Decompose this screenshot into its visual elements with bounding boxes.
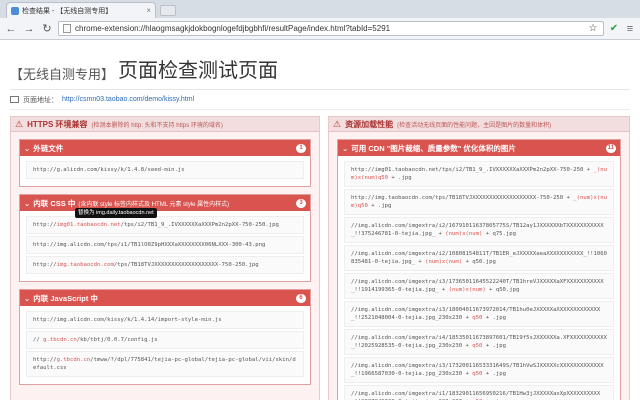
- list-item: //img.alicdn.com/imgextra/i2/16791011637…: [344, 217, 614, 243]
- cdn-param: (num)x(num): [425, 259, 463, 265]
- page-title: 页面检查测试页面: [118, 60, 279, 82]
- new-tab-button[interactable]: [160, 5, 176, 16]
- panel-title: 外链文件: [33, 143, 64, 153]
- result-columns: ⚠ HTTPS 环境兼容 (检测本删除的 http: 头和不支持 https 环…: [10, 116, 630, 400]
- list-item: http://img.alicdn.com/kissy/k/1.4.14/imp…: [26, 311, 304, 329]
- cdn-param: q50: [472, 315, 483, 321]
- https-column-header: ⚠ HTTPS 环境兼容 (检测本删除的 http: 头和不支持 https 环…: [11, 117, 319, 132]
- panel-title: 内联 CSS 中: [33, 198, 76, 208]
- count-badge: 1: [296, 143, 306, 153]
- list-item: // g.tbcdn.cn/kb/tbtj/0.0.7/config.js: [26, 331, 304, 349]
- replace-tooltip: 替换为 img.daily.taobaocdn.net: [75, 208, 157, 218]
- list-item: 替换为 img.daily.taobaocdn.net http://img01…: [26, 208, 304, 234]
- page-favicon-icon: [11, 6, 19, 15]
- chevron-down-icon: ⌄: [24, 293, 31, 303]
- list-item: http://g.alicdn.com/kissy/k/1.4.8/seed-m…: [26, 161, 304, 179]
- page-header: 【无线自测专用】 页面检查测试页面: [10, 40, 630, 90]
- insecure-domain[interactable]: g.tbcdn.cn: [57, 357, 91, 363]
- list-item: //img.alicdn.com/imgextra/i3/17365011645…: [344, 273, 614, 299]
- browser-toolbar: ← → ↻ chrome-extension://hlaogmsagkjdokb…: [0, 18, 640, 40]
- browser-tab[interactable]: 检查结果 - 【无线自测专用】 ×: [6, 2, 156, 18]
- reload-icon[interactable]: ↻: [40, 22, 54, 36]
- cdn-images-panel: ⌄ 可用 CDN "图片裁缩、质量参数" 优化体积的图片 11 http://i…: [337, 139, 621, 400]
- list-item: http://img01.taobaocdn.net/tps/i2/TB1_9_…: [344, 161, 614, 187]
- resource-perf-column: ⚠ 资源加载性能 (检查活动无线页面的性能问题，主因是图片的数量和体积) ⌄ 可…: [328, 116, 630, 400]
- chevron-down-icon: ⌄: [24, 143, 31, 153]
- https-compat-column: ⚠ HTTPS 环境兼容 (检测本删除的 http: 头和不支持 https 环…: [10, 116, 320, 400]
- list-item: http://img.taobaocdn.com/tps/TB18TVJXXXX…: [26, 256, 304, 274]
- external-files-panel: ⌄ 外链文件 1 http://g.alicdn.com/kissy/k/1.4…: [19, 139, 311, 187]
- list-item: http://img.taobaocdn.com/tps/TB18TVJXXXX…: [344, 189, 614, 215]
- panel-header[interactable]: ⌄ 内联 JavaScript 中 6: [20, 290, 310, 306]
- chevron-down-icon: ⌄: [342, 143, 349, 153]
- monitor-icon: [10, 96, 19, 103]
- list-item: //img.alicdn.com/imgextra/i1/18329011656…: [344, 385, 614, 400]
- inline-js-panel: ⌄ 内联 JavaScript 中 6 http://img.alicdn.co…: [19, 289, 311, 385]
- perf-column-header: ⚠ 资源加载性能 (检查活动无线页面的性能问题，主因是图片的数量和体积): [329, 117, 629, 132]
- warning-icon: ⚠: [333, 118, 342, 129]
- inline-css-panel: ⌄ 内联 CSS 中 (含内联 style 标签内样式及 HTML 元素 sty…: [19, 194, 311, 282]
- star-icon[interactable]: ☆: [587, 23, 599, 35]
- panel-header[interactable]: ⌄ 内联 CSS 中 (含内联 style 标签内样式及 HTML 元素 sty…: [20, 195, 310, 211]
- count-badge: 3: [296, 198, 306, 208]
- cdn-param: (num)x(num): [448, 287, 486, 293]
- insecure-domain[interactable]: img.taobaocdn.com: [57, 262, 114, 268]
- list-item: //img.alicdn.com/imgextra/i3/18004011673…: [344, 301, 614, 327]
- perf-column-desc: (检查活动无线页面的性能问题，主因是图片的数量和体积): [397, 122, 552, 129]
- https-column-desc: (检测本删除的 http: 头和不支持 https 环境的域名): [91, 122, 223, 129]
- perf-column-title: 资源加载性能: [345, 119, 394, 129]
- count-badge: 11: [605, 143, 616, 153]
- list-item: http://g.tbcdn.cn/tmww/?/dpl/775841/teji…: [26, 351, 304, 377]
- page-subtitle: 【无线自测专用】: [10, 67, 115, 82]
- panel-title: 内联 JavaScript 中: [33, 293, 98, 303]
- panel-title: 可用 CDN "图片裁缩、质量参数" 优化体积的图片: [351, 143, 516, 153]
- page-content: 【无线自测专用】 页面检查测试页面 页面地址： http://csmn03.ta…: [0, 40, 640, 400]
- panel-subtitle: (含内联 style 标签内样式及 HTML 元素 style 属性内样式): [78, 201, 230, 208]
- chevron-down-icon: ⌄: [24, 198, 31, 208]
- page-address-link[interactable]: http://csmn03.taobao.com/demo/kissy.html: [62, 96, 194, 103]
- cdn-param: q50: [472, 343, 483, 349]
- page-address-row: 页面地址： http://csmn03.taobao.com/demo/kiss…: [10, 90, 630, 110]
- list-item: //img.alicdn.com/imgextra/i3/17320011653…: [344, 357, 614, 383]
- panel-header[interactable]: ⌄ 外链文件 1: [20, 140, 310, 156]
- panel-header[interactable]: ⌄ 可用 CDN "图片裁缩、质量参数" 优化体积的图片 11: [338, 140, 620, 156]
- list-item: http://img.alicdn.com/tps/i1/TB1lO0Z9pHX…: [26, 236, 304, 254]
- https-column-title: HTTPS 环境兼容: [27, 119, 88, 129]
- list-item: //img.alicdn.com/imgextra/i2/10808154811…: [344, 245, 614, 271]
- forward-arrow-icon[interactable]: →: [22, 22, 36, 36]
- list-item: //img.alicdn.com/imgextra/i4/18535011673…: [344, 329, 614, 355]
- browser-tabstrip: 检查结果 - 【无线自测专用】 ×: [0, 0, 640, 18]
- count-badge: 6: [296, 293, 306, 303]
- address-bar[interactable]: chrome-extension://hlaogmsagkjdokbognlog…: [58, 21, 604, 36]
- cdn-param: q50: [472, 371, 483, 377]
- address-url: chrome-extension://hlaogmsagkjdokbognlog…: [75, 24, 391, 33]
- back-arrow-icon[interactable]: ←: [4, 22, 18, 36]
- menu-icon[interactable]: ≡: [624, 23, 636, 35]
- close-tab-icon[interactable]: ×: [146, 6, 151, 15]
- page-icon: [63, 24, 71, 33]
- insecure-domain[interactable]: g.tbcdn.cn: [43, 337, 77, 343]
- insecure-domain[interactable]: img01.taobaocdn.net: [57, 222, 121, 228]
- tab-title: 检查结果 - 【无线自测专用】: [22, 7, 113, 15]
- extension-check-icon[interactable]: ✔: [608, 23, 620, 35]
- warning-icon: ⚠: [15, 118, 24, 129]
- page-address-label: 页面地址：: [23, 96, 58, 104]
- cdn-rows: http://img01.taobaocdn.net/tps/i2/TB1_9_…: [338, 156, 620, 400]
- cdn-param: (num)x(num): [445, 231, 483, 237]
